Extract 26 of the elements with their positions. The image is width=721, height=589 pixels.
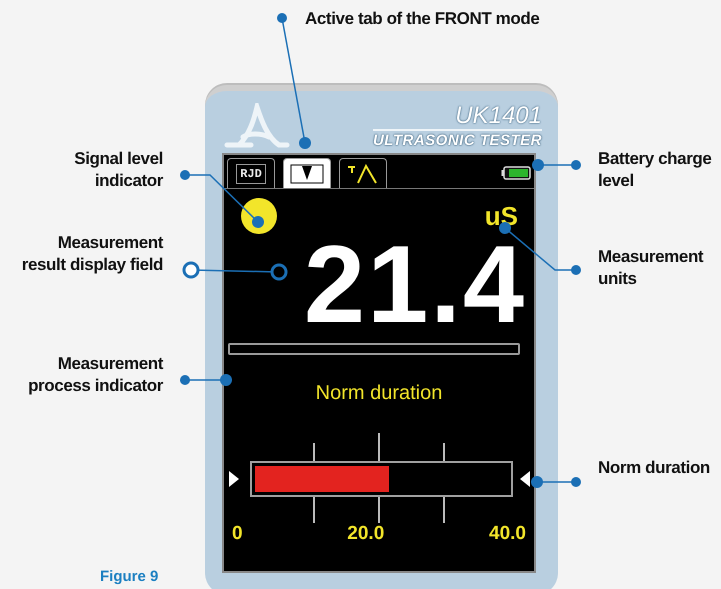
mode-tab[interactable] (339, 158, 387, 188)
callout-label: Battery charge level (598, 148, 712, 192)
model-name: UK1401 (455, 103, 542, 129)
mode-tab[interactable]: RJD (227, 158, 275, 188)
scale-label: 0 (232, 523, 243, 545)
gauge-title: Norm duration (314, 381, 444, 405)
scale-label: 20.0 (347, 523, 384, 545)
leader-line (532, 159, 581, 171)
pointer-icon (228, 470, 240, 488)
mode-tab[interactable] (283, 158, 331, 188)
scale-label: 40.0 (489, 523, 526, 545)
callout-label: Signal level indicator (73, 148, 163, 192)
measurement-reading: 21.4 (304, 235, 526, 335)
front-icon (290, 164, 324, 184)
battery-icon (501, 166, 531, 180)
leader-line (531, 476, 581, 488)
device-subtitle: ULTRASONIC TESTER (372, 129, 542, 149)
callout-label: Measurement units (598, 246, 704, 290)
callout-label: Measurement process indicator (27, 353, 163, 397)
callout-label: Measurement result display field (20, 232, 163, 276)
leader-line (180, 374, 232, 386)
callout-label: Norm duration (598, 457, 711, 479)
figure-caption: Figure 9 (100, 567, 158, 587)
callout-label: Active tab of the FRONT mode (305, 8, 540, 30)
units-label: uS (484, 202, 518, 230)
pointer-icon (519, 470, 531, 488)
